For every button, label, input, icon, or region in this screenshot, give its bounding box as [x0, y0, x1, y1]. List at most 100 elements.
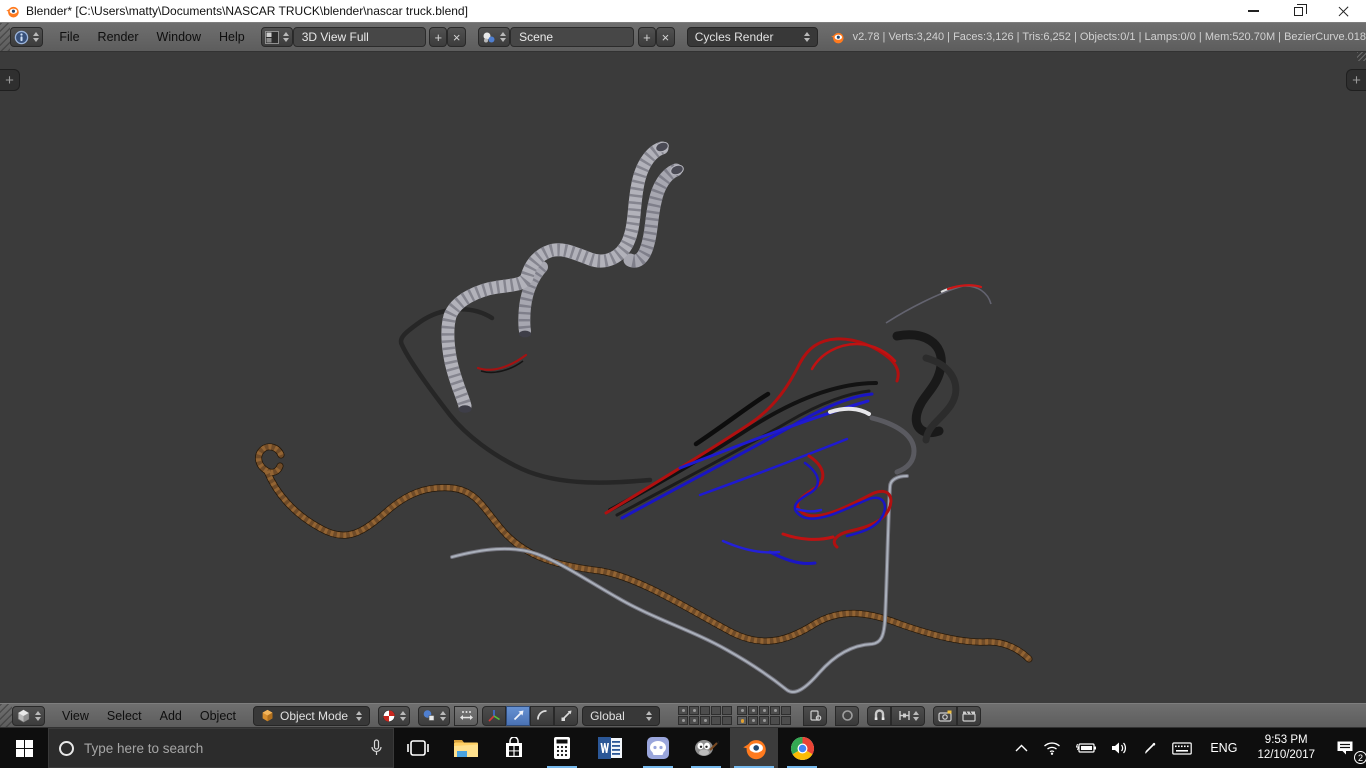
opengl-render-button[interactable]: [933, 705, 958, 726]
layer-cell[interactable]: [748, 716, 759, 725]
snap-increment-icon: [898, 711, 910, 720]
3d-viewport[interactable]: + +: [0, 52, 1366, 703]
screen-name-field[interactable]: 3D View Full: [292, 27, 426, 47]
transform-orientation-dropdown[interactable]: Global: [582, 705, 661, 726]
viewport-shading-dropdown[interactable]: [378, 705, 411, 726]
layer-cell[interactable]: [678, 706, 689, 715]
spinner-icon: [400, 710, 407, 721]
delete-screen-button[interactable]: ×: [447, 27, 466, 47]
minimize-button[interactable]: [1231, 0, 1276, 22]
blender-taskbar-icon: [742, 739, 766, 759]
taskbar-app-calculator[interactable]: [538, 728, 586, 768]
area-corner-widget[interactable]: [0, 704, 12, 727]
manipulator-axes-button[interactable]: [482, 705, 507, 726]
taskbar-app-blender[interactable]: [730, 728, 778, 768]
layer-cell[interactable]: [678, 716, 689, 725]
toolshelf-expand-button[interactable]: +: [0, 69, 20, 91]
task-view-button[interactable]: [394, 728, 442, 768]
lock-icon: [809, 710, 821, 721]
tray-chevron-button[interactable]: [1011, 728, 1032, 768]
menu-help[interactable]: Help: [210, 30, 254, 44]
curve-object-wiring-harness[interactable]: [604, 337, 917, 565]
system-tray: ENG 9:53 PM 12/10/2017 2: [1011, 728, 1366, 768]
tray-battery-button[interactable]: [1072, 728, 1100, 768]
tray-clock[interactable]: 9:53 PM 12/10/2017: [1251, 733, 1321, 763]
tray-network-button[interactable]: [1039, 728, 1065, 768]
layer-cell[interactable]: [722, 706, 733, 715]
scene-selector[interactable]: [478, 27, 511, 47]
layer-cell[interactable]: [700, 716, 711, 725]
layer-cell[interactable]: [759, 716, 770, 725]
start-button[interactable]: [0, 728, 48, 768]
layer-cell[interactable]: [759, 706, 770, 715]
snap-element-dropdown[interactable]: [891, 705, 926, 726]
menu-view[interactable]: View: [53, 709, 98, 723]
editor-type-button-info[interactable]: [10, 27, 44, 47]
menu-render[interactable]: Render: [89, 30, 148, 44]
menu-window[interactable]: Window: [148, 30, 210, 44]
scale-manipulator-button[interactable]: [554, 705, 579, 726]
scene-name-field[interactable]: Scene: [510, 27, 635, 47]
proportional-edit-button[interactable]: [835, 705, 860, 726]
restore-button[interactable]: [1276, 0, 1321, 22]
spinner-icon: [440, 710, 447, 721]
layer-cell[interactable]: [770, 706, 781, 715]
tray-pen-button[interactable]: [1138, 728, 1161, 768]
curve-object-small-red-wire[interactable]: [476, 353, 528, 374]
taskbar-app-chrome[interactable]: [778, 728, 826, 768]
manipulator-toggle-button[interactable]: [454, 705, 479, 726]
screen-layout-selector[interactable]: [260, 27, 293, 47]
curve-object-thin-sweep[interactable]: [885, 284, 992, 324]
menu-object[interactable]: Object: [191, 709, 245, 723]
layer-cell[interactable]: [689, 706, 700, 715]
rotate-manipulator-button[interactable]: [530, 705, 555, 726]
layer-cell-active[interactable]: [737, 716, 748, 725]
layer-cell[interactable]: [770, 716, 781, 725]
delete-scene-button[interactable]: ×: [656, 27, 675, 47]
layer-cell[interactable]: [781, 706, 792, 715]
layer-cell[interactable]: [781, 716, 792, 725]
close-button[interactable]: [1321, 0, 1366, 22]
layer-cell[interactable]: [722, 716, 733, 725]
taskbar-app-file-explorer[interactable]: [442, 728, 490, 768]
scene-lock-button[interactable]: [803, 705, 828, 726]
snap-toggle-button[interactable]: [867, 705, 892, 726]
tray-keyboard-button[interactable]: [1168, 728, 1196, 768]
add-screen-button[interactable]: +: [429, 27, 448, 47]
layers-block-2: [737, 706, 792, 725]
gimp-icon: [695, 740, 719, 756]
menu-select[interactable]: Select: [98, 709, 151, 723]
action-center-button[interactable]: 2: [1328, 728, 1366, 768]
menu-file[interactable]: File: [50, 30, 88, 44]
opengl-render-anim-button[interactable]: [957, 705, 982, 726]
menu-add[interactable]: Add: [151, 709, 191, 723]
discord-icon: [647, 737, 669, 759]
taskbar-search[interactable]: [48, 728, 394, 768]
taskbar-app-word[interactable]: [586, 728, 634, 768]
taskbar-app-discord[interactable]: [634, 728, 682, 768]
area-corner-widget[interactable]: [0, 23, 11, 51]
tray-language-indicator[interactable]: ENG: [1203, 728, 1244, 768]
properties-expand-button[interactable]: +: [1346, 69, 1366, 91]
layer-cell[interactable]: [700, 706, 711, 715]
tray-volume-button[interactable]: [1107, 728, 1131, 768]
add-scene-button[interactable]: +: [637, 27, 657, 47]
layer-cell[interactable]: [711, 716, 722, 725]
layer-cell[interactable]: [711, 706, 722, 715]
pivot-point-dropdown[interactable]: [418, 705, 451, 726]
editor-type-button-3dview[interactable]: [12, 705, 45, 726]
layer-cell[interactable]: [737, 706, 748, 715]
layer-cell[interactable]: [748, 706, 759, 715]
mode-dropdown[interactable]: Object Mode: [253, 705, 371, 726]
search-input[interactable]: [84, 740, 360, 756]
dropdown-arrows-icon: [646, 710, 653, 721]
layer-cell[interactable]: [689, 716, 700, 725]
render-engine-dropdown[interactable]: Cycles Render: [686, 27, 818, 47]
taskbar-app-store[interactable]: [490, 728, 538, 768]
taskbar-app-gimp[interactable]: [682, 728, 730, 768]
layers-widget: [678, 706, 792, 725]
curve-object-dark-hose[interactable]: [892, 330, 960, 444]
area-corner-widget[interactable]: [1357, 52, 1366, 61]
microphone-icon[interactable]: [370, 739, 383, 757]
translate-manipulator-button[interactable]: [506, 705, 531, 726]
